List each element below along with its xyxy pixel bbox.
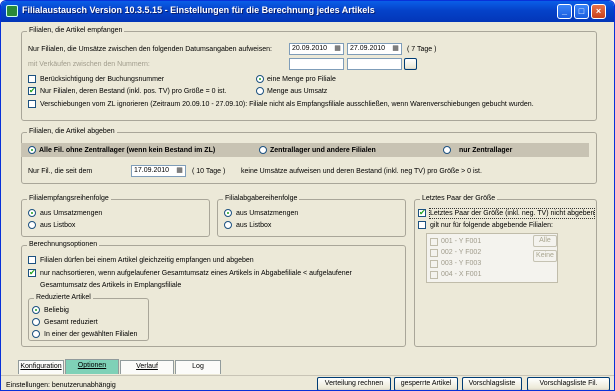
nachsortieren-checkbox[interactable] [28, 268, 36, 278]
calendar-icon[interactable]: ▦ [391, 45, 400, 53]
bestand-label: Nur Filialen, deren Bestand (inkl. pos. … [40, 88, 227, 95]
seit-label: Nur Fil., die seit dem [28, 168, 93, 175]
tab-konfiguration-label: Konfiguration [20, 363, 62, 370]
window-title: Filialaustausch Version 10.3.5.15 - Eins… [22, 5, 375, 15]
empfang-listbox-label: aus Listbox [40, 222, 76, 229]
empfang-umsatz-radio[interactable] [28, 209, 36, 217]
alle-button[interactable]: Alle [533, 235, 557, 247]
list-item: 001 - Y F001 [441, 238, 482, 245]
verkauf-from-field[interactable] [289, 58, 344, 70]
zentral-und-radio[interactable] [259, 146, 267, 154]
date-range-label: Nur Filialen, die Umsätze zwischen den f… [28, 46, 272, 53]
seit-date-value: 17.09.2010 [134, 167, 170, 174]
seit-date-field[interactable]: 17.09.2010 ▦ [131, 165, 186, 177]
menge-umsatz-label: Menge aus Umsatz [267, 88, 328, 95]
filiale-checkbox[interactable] [430, 260, 438, 268]
abgabe-umsatz-radio[interactable] [224, 209, 232, 217]
tab-log[interactable]: Log [175, 360, 221, 374]
seit-days-label: ( 10 Tage ) [192, 168, 226, 175]
keine-button[interactable]: Keine [533, 250, 557, 262]
buchungsnummer-label: Berücksichtigung der Buchungsnummer [40, 76, 165, 83]
calendar-icon[interactable]: ▦ [333, 45, 342, 53]
abgabe-listbox-label: aus Listbox [236, 222, 272, 229]
filiale-checkbox[interactable] [430, 238, 438, 246]
letztes-paar-checkbox[interactable] [418, 208, 426, 218]
date-to-field[interactable]: 27.09.2010 ▦ [347, 43, 402, 55]
abgabe-umsatz-label: aus Umsatzmengen [236, 210, 299, 217]
title-bar[interactable]: Filialaustausch Version 10.3.5.15 - Eins… [1, 1, 614, 22]
close-button[interactable]: × [591, 4, 606, 19]
verteilung-rechnen-button[interactable]: Verteilung rechnen [317, 377, 391, 390]
verschiebungen-checkbox[interactable] [28, 100, 36, 108]
menge-radio[interactable] [256, 75, 264, 83]
seit-rest-label: keine Umsätze aufweisen und deren Bestan… [241, 168, 482, 175]
tab-log-label: Log [192, 363, 204, 370]
nur-zentral-label: nur Zentrallager [459, 147, 513, 154]
status-bar: Einstellungen: benutzerunabhängig Vertei… [1, 375, 614, 390]
tab-verlauf-label: Verlauf [136, 363, 158, 370]
empfang-listbox-radio[interactable] [28, 221, 36, 229]
abgabereihenfolge-label: Filialabgabereihenfolge [223, 194, 300, 204]
gleichzeitig-label: Filialen dürfen bei einem Artikel gleich… [40, 257, 254, 264]
list-item: 002 - Y F002 [441, 249, 482, 256]
date-from-value: 20.09.2010 [292, 45, 328, 52]
beliebig-label: Beliebig [44, 307, 69, 314]
vorschlagsliste-fil-button[interactable]: Vorschlagsliste Fil. [527, 377, 610, 390]
minimize-button[interactable]: _ [557, 4, 572, 19]
calendar-icon[interactable]: ▦ [175, 167, 184, 175]
zentral-und-label: Zentrallager und andere Filialen [270, 147, 376, 154]
days-label: ( 7 Tage ) [407, 46, 437, 53]
empfangsreihenfolge-label: Filialempfangsreihenfolge [27, 194, 111, 204]
empfang-umsatz-label: aus Umsatzmengen [40, 210, 103, 217]
vorschlagsliste-button[interactable]: Vorschlagsliste [462, 377, 522, 390]
filiale-checkbox[interactable] [430, 271, 438, 279]
tab-konfiguration[interactable]: Konfiguration [18, 360, 64, 374]
menge-label: eine Menge pro Filiale [267, 76, 336, 83]
nachsortieren-label-2: Gesamtumsatz des Artikels in Emplangsfil… [40, 282, 182, 289]
tab-optionen-label: Optionen [77, 362, 107, 369]
group-empfangsreihenfolge: Filialempfangsreihenfolge [21, 194, 210, 237]
buchungsnummer-checkbox[interactable] [28, 75, 36, 83]
app-icon [6, 5, 18, 17]
group-abgeben: Filialen, die Artikel abgeben [21, 127, 597, 184]
group-abgabereihenfolge: Filialabgabereihenfolge [217, 194, 406, 237]
einer-filiale-radio[interactable] [32, 330, 40, 338]
verschiebungen-label: Verschiebungen vom ZL ignorieren (Zeitra… [40, 101, 534, 108]
group-abgeben-label: Filialen, die Artikel abgeben [27, 127, 117, 137]
gesamt-reduziert-label: Gesamt reduziert [44, 319, 98, 326]
abgabe-listbox-radio[interactable] [224, 221, 232, 229]
verkauf-picker-button[interactable] [404, 58, 417, 70]
beliebig-radio[interactable] [32, 306, 40, 314]
alle-fil-label: Alle Fil. ohne Zentrallager (wenn kein B… [39, 147, 216, 154]
nur-folgende-label: gilt nur für folgende abgebende Filialen… [430, 222, 553, 229]
main-window: Filialaustausch Version 10.3.5.15 - Eins… [0, 0, 615, 391]
maximize-button[interactable]: □ [574, 4, 589, 19]
status-text: Einstellungen: benutzerunabhängig [6, 382, 116, 389]
tab-optionen[interactable]: Optionen [65, 359, 119, 374]
letztes-paar-checkbox-label: Letztes Paar der Größe (inkl. neg. TV) n… [428, 208, 596, 219]
nur-zentral-radio[interactable] [443, 146, 451, 154]
group-empfangen-label: Filialen, die Artikel empfangen [27, 26, 125, 36]
list-item: 003 - Y F003 [441, 260, 482, 267]
letztes-paar-label: Letztes Paar der Größe [420, 194, 498, 204]
berechnung-label: Berechnungsoptionen [27, 240, 100, 250]
nachsortieren-label-1: nur nachsortieren, wenn aufgelaufener Ge… [40, 270, 352, 277]
nur-folgende-checkbox[interactable] [418, 221, 426, 229]
einer-filiale-label: In einer der gewählten Filialen [44, 331, 138, 338]
date-to-value: 27.09.2010 [350, 45, 386, 52]
list-item: 004 - X F001 [441, 271, 482, 278]
reduziert-label: Reduzierte Artikel [34, 293, 93, 303]
gesamt-reduziert-radio[interactable] [32, 318, 40, 326]
gleichzeitig-checkbox[interactable] [28, 256, 36, 264]
gesperrte-artikel-button[interactable]: gesperrte Artikel [394, 377, 458, 390]
filiale-checkbox[interactable] [430, 249, 438, 257]
tab-verlauf[interactable]: Verlauf [120, 360, 174, 374]
bestand-checkbox[interactable] [28, 86, 36, 96]
date-from-field[interactable]: 20.09.2010 ▦ [289, 43, 344, 55]
alle-fil-radio[interactable] [28, 146, 36, 154]
verkauf-range-label: mit Verkäufen zwischen den Nummern: [28, 61, 150, 68]
menge-umsatz-radio[interactable] [256, 87, 264, 95]
verkauf-to-field[interactable] [347, 58, 402, 70]
